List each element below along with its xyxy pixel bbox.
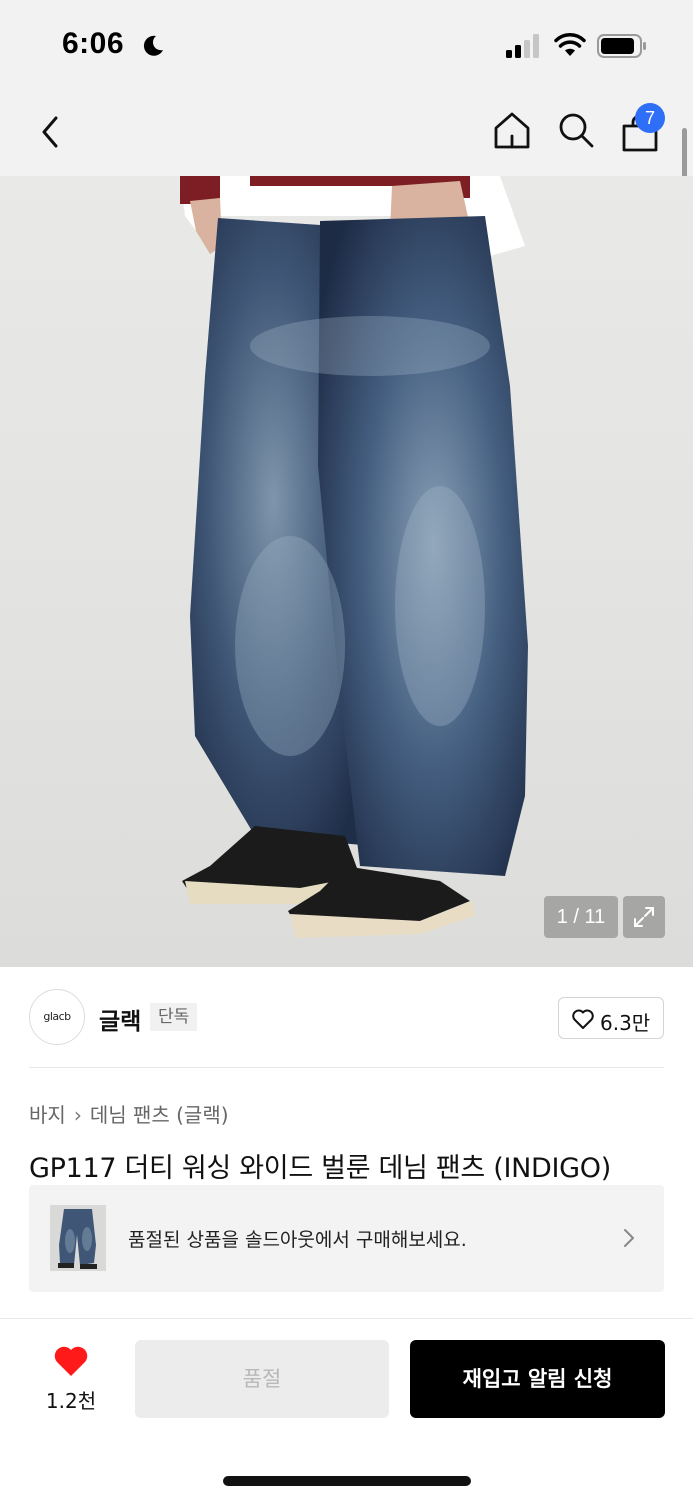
exclusive-badge: 단독 [150,1003,198,1031]
home-indicator [223,1476,471,1486]
brand-like-button[interactable]: 6.3만 [558,997,664,1039]
battery-icon [597,34,646,58]
product-title: GP117 더티 워싱 와이드 벌룬 데님 팬츠 (INDIGO) [29,1153,611,1184]
wifi-icon [554,33,586,56]
expand-icon [634,907,654,927]
signal-icon [506,34,539,58]
breadcrumb: 바지 › 데님 팬츠 (글랙) [29,1099,229,1128]
like-count: 1.2천 [45,1389,97,1413]
home-icon[interactable] [492,110,532,150]
restock-alert-button[interactable]: 재입고 알림 신청 [410,1340,665,1418]
back-icon[interactable] [36,112,66,152]
divider [29,1067,664,1068]
brand-logo[interactable]: glacb [29,989,85,1045]
status-time: 6:06 [62,27,125,60]
search-icon[interactable] [556,110,596,150]
breadcrumb-subcategory[interactable]: 데님 팬츠 (글랙) [90,1103,229,1127]
brand-name[interactable]: 글랙 [99,1002,141,1036]
banner-thumbnail [50,1205,106,1271]
heart-filled-icon [54,1346,88,1376]
soldout-banner[interactable]: 품절된 상품을 솔드아웃에서 구매해보세요. [29,1185,664,1292]
soldout-banner-text: 품절된 상품을 솔드아웃에서 구매해보세요. [128,1229,467,1251]
breadcrumb-category[interactable]: 바지 [29,1103,66,1127]
brand-like-count: 6.3만 [600,1011,651,1035]
product-image[interactable] [0,176,693,967]
expand-button[interactable] [623,896,665,938]
like-button[interactable]: 1.2천 [40,1342,102,1414]
cart-count-badge[interactable]: 7 [635,103,665,133]
moon-icon [143,35,163,56]
product-photo [180,176,528,938]
bottom-bar-divider [0,1318,693,1319]
soldout-button[interactable]: 품절 [135,1340,389,1418]
heart-outline-icon [572,1009,594,1029]
image-counter: 1 / 11 [544,896,618,938]
nav-header [0,92,693,176]
chevron-right-icon [624,1229,634,1247]
status-bar: 6:06 [0,0,693,92]
breadcrumb-chevron-icon: › [73,1103,82,1127]
